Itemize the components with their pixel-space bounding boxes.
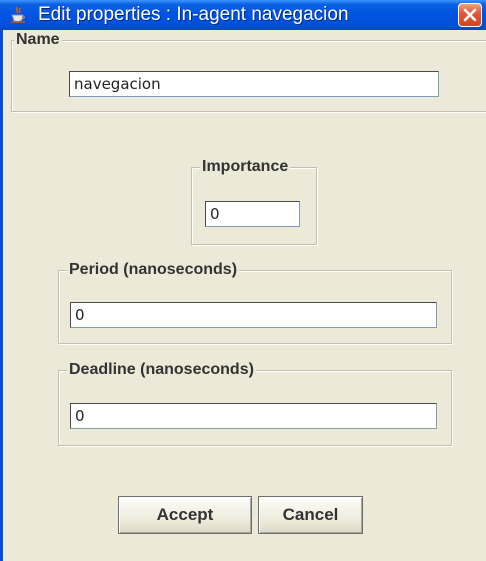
period-group: Period (nanoseconds)	[58, 260, 452, 344]
dialog-content: Name Importance Period (nanoseconds) Dea…	[0, 30, 486, 561]
name-label: Name	[14, 30, 62, 50]
cancel-button[interactable]: Cancel	[258, 496, 363, 534]
edit-properties-dialog: Edit properties : In-agent navegacion Na…	[0, 0, 486, 561]
deadline-label: Deadline (nanoseconds)	[67, 360, 256, 380]
importance-input[interactable]	[205, 201, 300, 227]
importance-label: Importance	[200, 157, 291, 177]
period-label: Period (nanoseconds)	[67, 260, 240, 280]
deadline-group: Deadline (nanoseconds)	[58, 360, 452, 446]
close-button[interactable]	[458, 3, 482, 27]
accept-button[interactable]: Accept	[118, 496, 252, 534]
close-icon	[463, 8, 477, 22]
name-input[interactable]	[69, 71, 439, 97]
period-input[interactable]	[70, 302, 437, 328]
title-bar[interactable]: Edit properties : In-agent navegacion	[0, 0, 486, 30]
importance-group: Importance	[191, 157, 317, 245]
deadline-input[interactable]	[70, 403, 437, 429]
java-cup-icon	[8, 5, 28, 25]
name-group: Name	[11, 30, 486, 112]
window-title: Edit properties : In-agent navegacion	[38, 4, 349, 25]
